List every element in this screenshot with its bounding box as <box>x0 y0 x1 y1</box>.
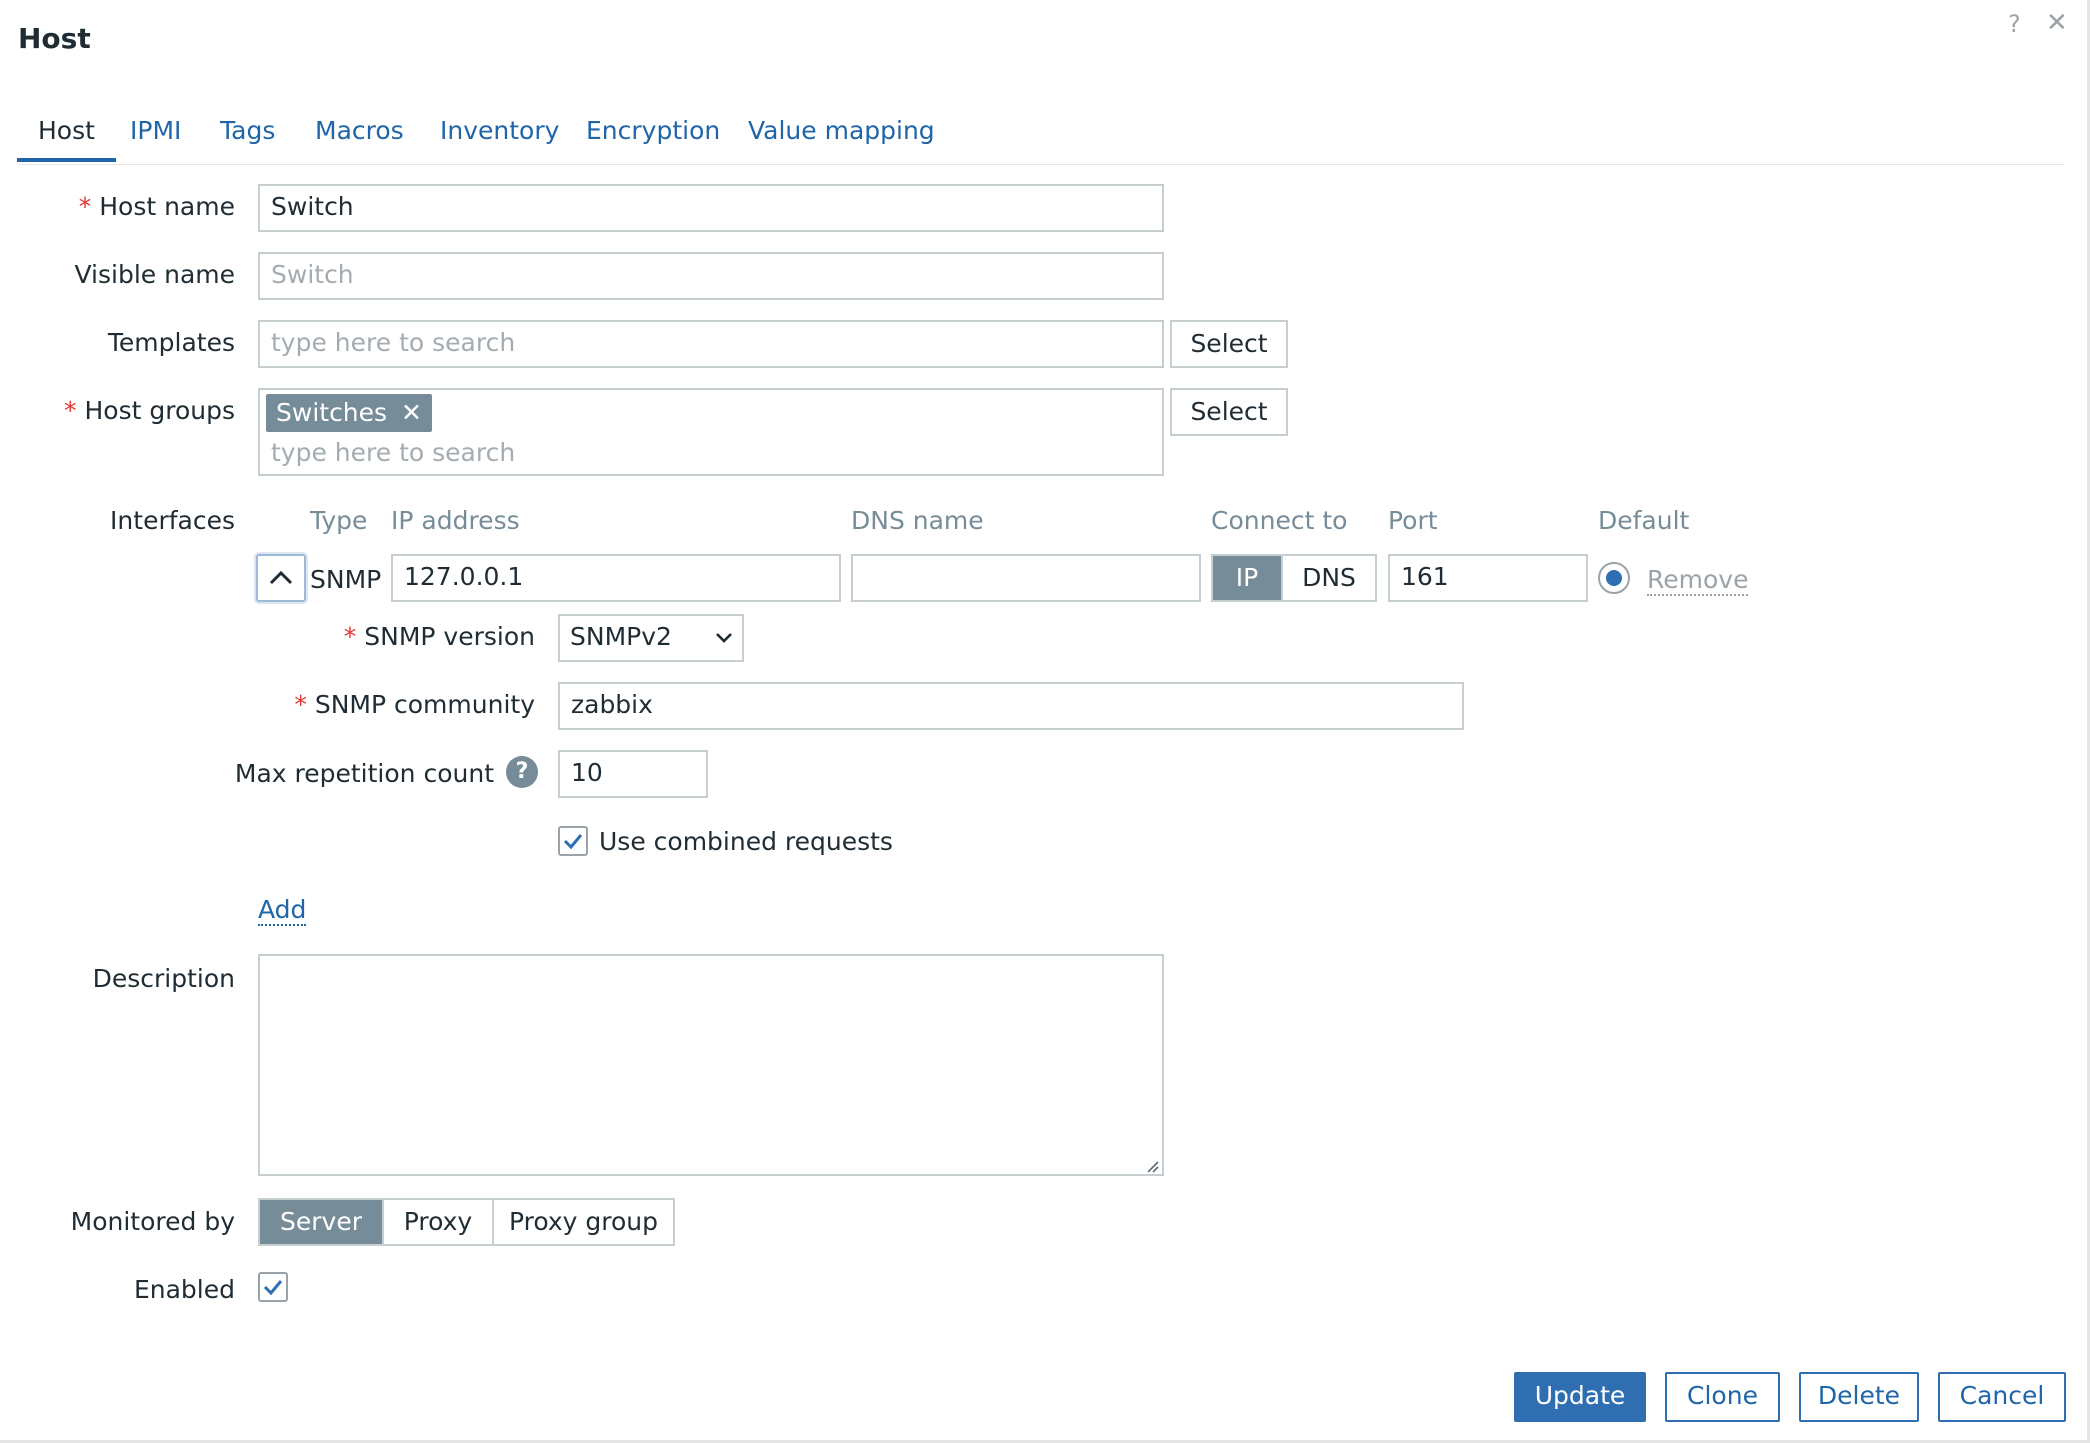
tab-inventory[interactable]: Inventory <box>440 112 559 162</box>
tab-host[interactable]: Host <box>17 112 116 162</box>
col-default: Default <box>1598 506 1690 535</box>
tab-value-mapping[interactable]: Value mapping <box>748 112 935 162</box>
chevron-up-icon <box>269 570 293 585</box>
host-groups-select-button[interactable]: Select <box>1170 388 1288 436</box>
dns-name-input[interactable] <box>851 554 1201 602</box>
snmp-version-value: SNMPv2 <box>570 622 672 651</box>
host-groups-label: * Host groups <box>63 396 235 425</box>
remove-chip-icon[interactable]: ✕ <box>401 398 422 427</box>
cancel-button[interactable]: Cancel <box>1938 1372 2066 1422</box>
host-groups-multiselect[interactable]: Switches ✕ type here to search <box>258 388 1164 476</box>
connect-dns-option[interactable]: DNS <box>1281 556 1375 600</box>
host-name-label: * Host name <box>78 192 235 221</box>
monitored-proxy-option[interactable]: Proxy <box>382 1200 492 1244</box>
connect-ip-option[interactable]: IP <box>1213 556 1281 600</box>
templates-label: Templates <box>107 328 235 357</box>
combined-requests-checkbox[interactable] <box>558 826 588 856</box>
help-icon[interactable]: ? <box>2008 10 2021 38</box>
snmp-version-select[interactable]: SNMPv2 <box>558 614 744 662</box>
max-repetition-input[interactable]: 10 <box>558 750 708 798</box>
tab-tags[interactable]: Tags <box>220 112 275 162</box>
tab-ipmi[interactable]: IPMI <box>130 112 181 162</box>
col-connect-to: Connect to <box>1211 506 1348 535</box>
checkmark-icon <box>263 1280 283 1296</box>
interfaces-label: Interfaces <box>110 506 235 535</box>
col-dns-name: DNS name <box>851 506 984 535</box>
snmp-version-label: * SNMP version <box>343 622 535 651</box>
required-asterisk: * <box>343 622 357 651</box>
host-group-chip: Switches ✕ <box>266 394 432 432</box>
required-asterisk: * <box>78 192 92 221</box>
snmp-community-label: * SNMP community <box>294 690 535 719</box>
enabled-checkbox[interactable] <box>258 1272 288 1302</box>
help-hint-icon[interactable]: ? <box>506 756 538 788</box>
ip-address-input[interactable]: 127.0.0.1 <box>391 554 841 602</box>
col-type: Type <box>310 506 368 535</box>
monitored-by-label: Monitored by <box>70 1207 235 1236</box>
host-group-chip-label: Switches <box>276 398 388 427</box>
monitored-by-toggle: Server Proxy Proxy group <box>258 1198 675 1246</box>
col-port: Port <box>1388 506 1438 535</box>
dialog-title: Host <box>18 22 91 55</box>
checkmark-icon <box>563 834 583 850</box>
col-ip-address: IP address <box>391 506 520 535</box>
templates-select-button[interactable]: Select <box>1170 320 1288 368</box>
radio-dot <box>1606 570 1622 586</box>
remove-interface-link[interactable]: Remove <box>1647 565 1749 596</box>
resize-handle-icon[interactable] <box>1144 1158 1160 1174</box>
chevron-down-icon <box>716 633 732 643</box>
monitored-proxy-group-option[interactable]: Proxy group <box>492 1200 673 1244</box>
visible-name-input[interactable]: Switch <box>258 252 1164 300</box>
tab-bar: Host IPMI Tags Macros Inventory Encrypti… <box>17 112 2065 165</box>
templates-search-input[interactable]: type here to search <box>258 320 1164 368</box>
interface-type: SNMP <box>310 565 382 594</box>
tab-encryption[interactable]: Encryption <box>586 112 720 162</box>
port-input[interactable]: 161 <box>1388 554 1588 602</box>
description-textarea[interactable] <box>258 954 1164 1176</box>
snmp-community-input[interactable]: zabbix <box>558 682 1464 730</box>
collapse-interface-button[interactable] <box>256 554 306 602</box>
add-interface-link[interactable]: Add <box>258 895 307 926</box>
delete-button[interactable]: Delete <box>1799 1372 1919 1422</box>
connect-to-toggle: IP DNS <box>1211 554 1377 602</box>
visible-name-label: Visible name <box>74 260 235 289</box>
required-asterisk: * <box>63 396 77 425</box>
tab-macros[interactable]: Macros <box>315 112 404 162</box>
host-name-input[interactable]: Switch <box>258 184 1164 232</box>
clone-button[interactable]: Clone <box>1665 1372 1780 1422</box>
default-interface-radio[interactable] <box>1598 562 1630 594</box>
description-label: Description <box>92 964 235 993</box>
required-asterisk: * <box>294 690 307 719</box>
host-groups-search-placeholder[interactable]: type here to search <box>271 432 515 474</box>
combined-requests-label: Use combined requests <box>599 827 893 856</box>
max-repetition-label: Max repetition count <box>234 759 494 788</box>
host-dialog: Host ? ✕ Host IPMI Tags Macros Inventory… <box>0 0 2090 1443</box>
update-button[interactable]: Update <box>1514 1372 1646 1422</box>
enabled-label: Enabled <box>133 1275 235 1304</box>
close-icon[interactable]: ✕ <box>2046 8 2068 38</box>
monitored-server-option[interactable]: Server <box>260 1200 382 1244</box>
